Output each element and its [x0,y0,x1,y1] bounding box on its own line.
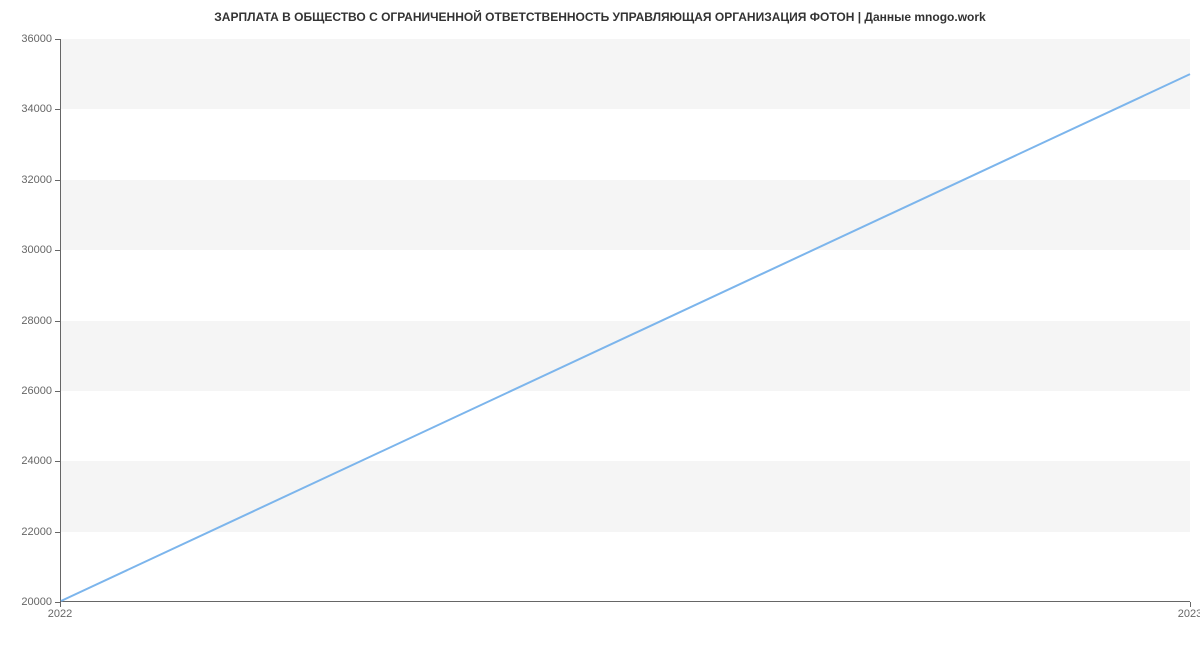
y-tick-mark [55,109,60,110]
x-tick-mark [1190,602,1191,607]
y-tick-label: 36000 [7,33,52,45]
y-tick-mark [55,250,60,251]
y-tick-label: 34000 [7,103,52,115]
x-tick-label: 2022 [48,608,72,620]
y-tick-label: 24000 [7,455,52,467]
y-tick-mark [55,532,60,533]
y-tick-label: 26000 [7,385,52,397]
y-tick-mark [55,39,60,40]
plot-area [60,39,1190,602]
y-tick-label: 20000 [7,596,52,608]
x-tick-mark [60,602,61,607]
y-tick-mark [55,321,60,322]
y-tick-label: 22000 [7,526,52,538]
chart-title: ЗАРПЛАТА В ОБЩЕСТВО С ОГРАНИЧЕННОЙ ОТВЕТ… [0,10,1200,24]
y-tick-label: 32000 [7,174,52,186]
y-tick-mark [55,461,60,462]
data-line [61,74,1190,601]
y-tick-mark [55,180,60,181]
y-tick-mark [55,391,60,392]
y-tick-label: 30000 [7,244,52,256]
line-chart-svg [61,39,1190,601]
y-tick-label: 28000 [7,315,52,327]
x-tick-label: 2023 [1178,608,1200,620]
